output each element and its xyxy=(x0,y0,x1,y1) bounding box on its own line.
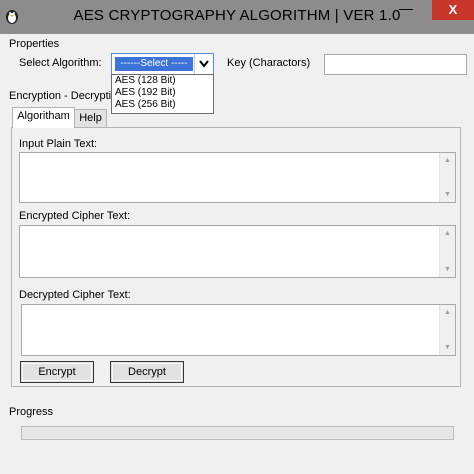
scroll-down-icon[interactable]: ▼ xyxy=(440,340,455,355)
decrypt-button-label: Decrypt xyxy=(128,366,166,378)
tab-algoritham[interactable]: Algoritham xyxy=(12,107,75,128)
title-bar[interactable]: AES CRYPTOGRAPHY ALGORITHM | VER 1.0 — X xyxy=(0,0,474,34)
encrypted-cipher-text-area[interactable]: ▲ ▼ xyxy=(19,225,456,278)
input-plain-text-label: Input Plain Text: xyxy=(19,138,98,150)
plain-text-scrollbar[interactable]: ▲ ▼ xyxy=(439,153,455,202)
close-button[interactable]: X xyxy=(432,0,474,20)
option-aes-128[interactable]: AES (128 Bit) xyxy=(112,75,213,87)
minimize-button[interactable]: — xyxy=(392,0,420,20)
scroll-up-icon[interactable]: ▲ xyxy=(440,153,455,168)
decrypted-cipher-text-area[interactable]: ▲ ▼ xyxy=(21,304,456,356)
client-area: Properties Select Algorithm: ------Selec… xyxy=(3,34,469,474)
encrypt-button[interactable]: Encrypt xyxy=(20,361,94,383)
select-algorithm-label: Select Algorithm: xyxy=(19,57,102,69)
algorithm-dropdown-list: AES (128 Bit) AES (192 Bit) AES (256 Bit… xyxy=(111,74,214,114)
encrypt-button-label: Encrypt xyxy=(38,366,76,378)
encrypted-cipher-text-label: Encrypted Cipher Text: xyxy=(19,210,131,222)
encrypted-text-scrollbar[interactable]: ▲ ▼ xyxy=(439,226,455,277)
decrypted-text-scrollbar[interactable]: ▲ ▼ xyxy=(439,305,455,355)
decrypted-cipher-text-label: Decrypted Cipher Text: xyxy=(19,289,131,301)
properties-group-label: Properties xyxy=(9,38,60,50)
option-aes-192[interactable]: AES (192 Bit) xyxy=(112,87,213,99)
key-label: Key (Charactors) xyxy=(227,57,311,69)
encryption-group-label: Encryption - Decryption xyxy=(9,90,124,102)
progress-bar xyxy=(21,426,454,440)
scroll-up-icon[interactable]: ▲ xyxy=(440,226,455,241)
tab-help[interactable]: Help xyxy=(74,109,107,128)
scroll-down-icon[interactable]: ▼ xyxy=(440,262,455,277)
algorithm-select-value: ------Select ----- xyxy=(115,57,193,71)
scroll-up-icon[interactable]: ▲ xyxy=(440,305,455,320)
progress-label: Progress xyxy=(9,406,54,418)
chevron-down-icon[interactable] xyxy=(194,54,213,74)
option-aes-256[interactable]: AES (256 Bit) xyxy=(112,99,213,111)
decrypt-button[interactable]: Decrypt xyxy=(110,361,184,383)
key-input[interactable] xyxy=(324,54,467,75)
scroll-down-icon[interactable]: ▼ xyxy=(440,187,455,202)
app-window: AES CRYPTOGRAPHY ALGORITHM | VER 1.0 — X… xyxy=(0,0,474,474)
algorithm-select[interactable]: ------Select ----- xyxy=(111,53,214,75)
input-plain-text-area[interactable]: ▲ ▼ xyxy=(19,152,456,203)
